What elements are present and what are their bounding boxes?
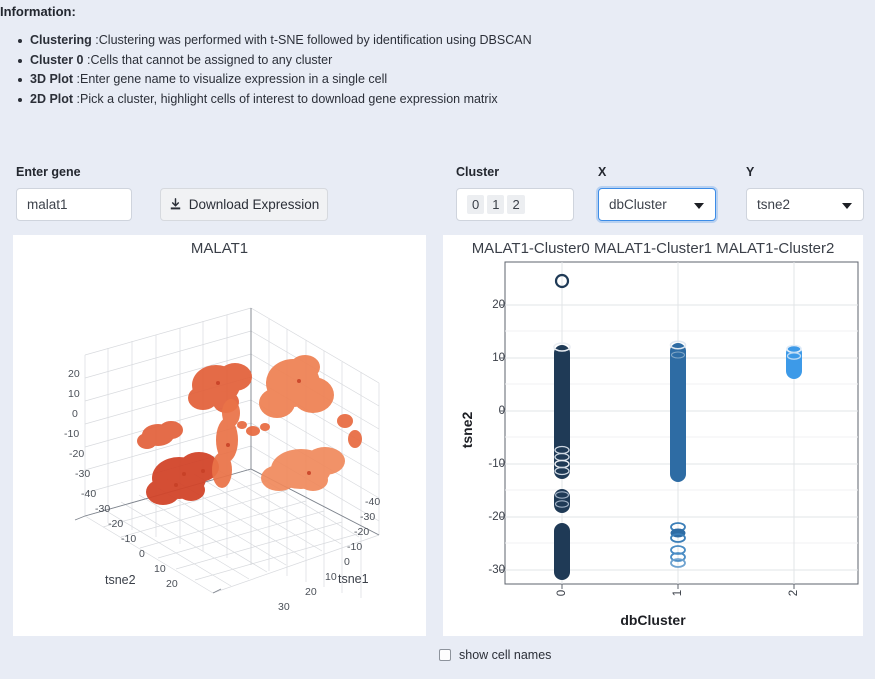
list-item-desc: :Pick a cluster, highlight cells of inte… (76, 91, 498, 106)
cluster-token[interactable]: 0 (467, 195, 485, 214)
plot-2d-series-cluster2 (786, 344, 802, 379)
list-item-term: Clustering (30, 33, 92, 47)
plot-3d-xtick: 30 (278, 601, 290, 610)
show-cell-names-row[interactable]: show cell names (439, 648, 551, 662)
plot-3d-ytick: -10 (121, 533, 137, 545)
cluster-label: Cluster (456, 165, 500, 179)
list-item: 2D Plot :Pick a cluster, highlight cells… (18, 90, 532, 110)
enter-gene-label: Enter gene (16, 165, 81, 179)
plot-3d-xlabel: tsne1 (338, 572, 369, 586)
list-item-desc: :Cells that cannot be assigned to any cl… (86, 52, 333, 67)
plot-3d-xtick: -20 (354, 526, 370, 538)
plot-3d-ztick: 10 (68, 388, 80, 400)
app-root: Information: Clustering :Clustering was … (0, 0, 875, 679)
plot-3d-ytick: 10 (154, 563, 166, 575)
x-axis-select[interactable]: dbCluster (598, 188, 716, 221)
download-expression-button[interactable]: Download Expression (160, 188, 328, 221)
plot-3d-xtick: -40 (365, 496, 381, 508)
plot-3d-ztick: 20 (68, 368, 80, 380)
download-expression-label: Download Expression (188, 197, 320, 212)
cluster-multiselect[interactable]: 0 1 2 (456, 188, 574, 221)
chevron-down-icon (694, 202, 704, 209)
information-list: Clustering :Clustering was performed wit… (16, 31, 532, 109)
plot-2d-series-cluster1 (669, 340, 687, 568)
gene-input-value: malat1 (27, 197, 68, 212)
list-item: Clustering :Clustering was performed wit… (18, 31, 532, 51)
list-item: 3D Plot :Enter gene name to visualize ex… (18, 70, 532, 90)
y-axis-select[interactable]: tsne2 (746, 188, 864, 221)
cluster-token[interactable]: 1 (487, 195, 505, 214)
plot-3d-ztick: -10 (64, 428, 80, 440)
information-heading: Information: (0, 4, 76, 19)
plot-3d-ztick: -20 (69, 448, 85, 460)
plot-3d-points (137, 355, 362, 505)
plot-3d-ylabel: tsne2 (105, 573, 136, 587)
y-axis-select-value: tsne2 (757, 197, 791, 212)
download-icon (169, 198, 182, 211)
plot-3d-xtick: -10 (347, 541, 363, 553)
plot-3d-ztick: -40 (81, 488, 97, 500)
plot-3d-xtick: 0 (344, 556, 350, 568)
list-item-desc: :Clustering was performed with t-SNE fol… (95, 33, 532, 47)
chevron-down-icon (842, 202, 852, 209)
plot-3d-ztick: 0 (72, 408, 78, 420)
plot-3d-xtick: -30 (360, 511, 376, 523)
list-item: Cluster 0 :Cells that cannot be assigned… (18, 51, 532, 71)
plot-3d-ytick: -20 (108, 518, 124, 530)
y-axis-label: Y (746, 165, 755, 179)
plot-3d-ytick: 20 (166, 578, 178, 590)
plot-3d-xtick: 10 (325, 571, 337, 583)
plot-3d-ztick: -30 (75, 468, 91, 480)
plot-3d-xtick: 20 (305, 586, 317, 598)
list-item-desc: :Enter gene name to visualize expression… (76, 72, 388, 86)
list-item-term: 2D Plot (30, 91, 74, 106)
x-axis-select-value: dbCluster (609, 197, 667, 212)
cluster-token[interactable]: 2 (507, 195, 525, 214)
list-item-term: Cluster 0 (30, 52, 84, 67)
list-item-term: 3D Plot (30, 72, 74, 86)
show-cell-names-label: show cell names (459, 648, 552, 662)
plot-3d-ytick: -30 (95, 503, 111, 515)
x-axis-label: X (598, 165, 607, 179)
plot-2d-card[interactable]: MALAT1-Cluster0 MALAT1-Cluster1 MALAT1-C… (443, 235, 863, 636)
plot-3d-canvas[interactable]: 20 10 0 -10 -20 -30 -40 -30 -20 -10 0 10… (13, 235, 426, 636)
gene-input[interactable]: malat1 (16, 188, 132, 221)
show-cell-names-checkbox[interactable] (439, 649, 451, 661)
plot-3d-card[interactable]: MALAT1 20 10 0 -10 -20 -30 -40 -30 -20 -… (13, 235, 426, 636)
plot-2d-svg[interactable] (443, 235, 863, 636)
plot-3d-ytick: 0 (139, 548, 145, 560)
